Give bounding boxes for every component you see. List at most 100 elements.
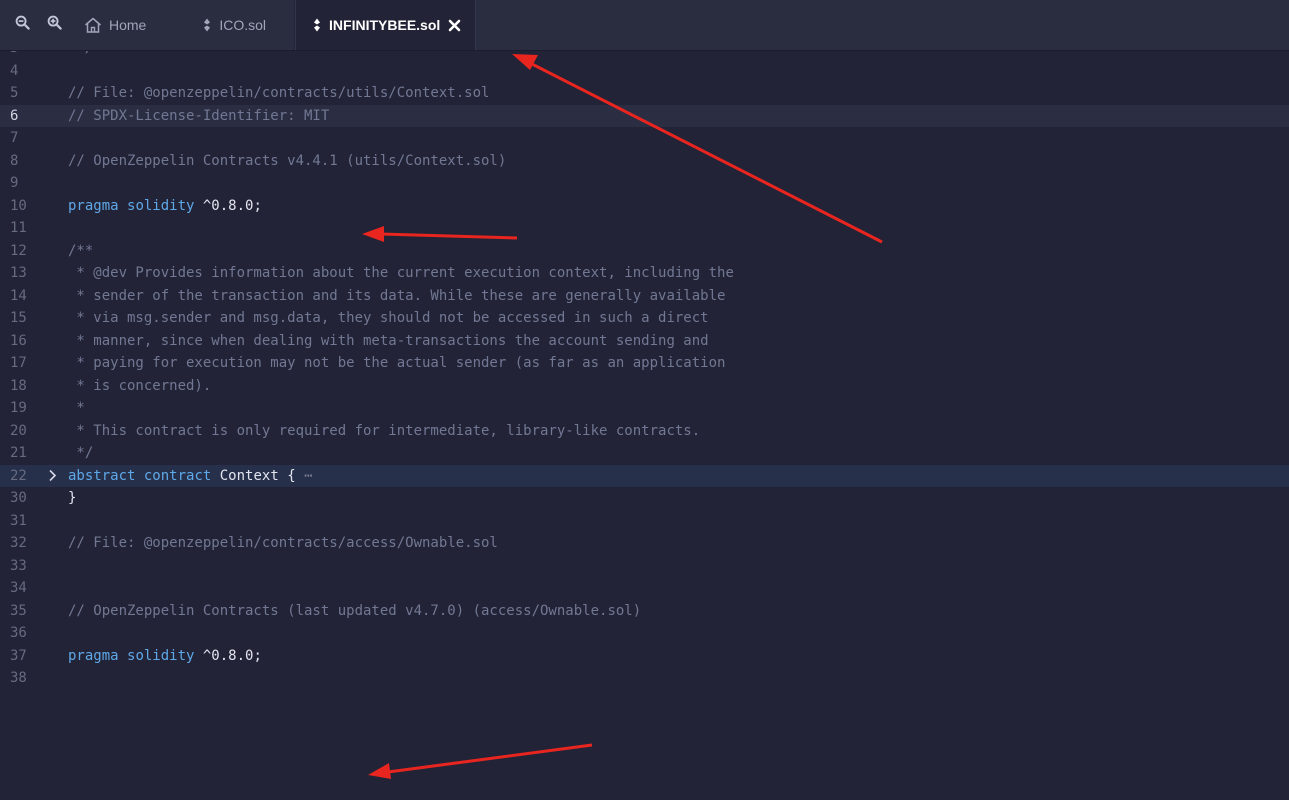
punctuation-token [211,468,219,484]
code-line[interactable]: 30} [0,487,1289,510]
code-line[interactable]: 37 pragma solidity ^0.8.0; [0,645,1289,668]
zoom-in-button[interactable] [38,0,70,50]
code-line[interactable]: 16 * manner, since when dealing with met… [0,330,1289,353]
code-line[interactable]: 35 // OpenZeppelin Contracts (last update… [0,600,1289,623]
line-number: 32 [10,535,27,551]
fold-chevron-icon[interactable] [44,465,60,488]
code-line[interactable]: 34 [0,577,1289,600]
comment-token: // OpenZeppelin Contracts v4.4.1 (utils/… [68,152,507,169]
code-line[interactable]: 8 // OpenZeppelin Contracts v4.4.1 (utils… [0,150,1289,173]
code-line[interactable]: 13 * @dev Provides information about the… [0,262,1289,285]
tab-home[interactable]: Home [70,0,176,50]
line-number: 8 [10,152,19,169]
zoom-out-icon [15,15,30,35]
code-line[interactable]: 22 abstract contract Context { ⋯ [0,464,1289,488]
identifier-token: Context [219,467,279,484]
comment-token: * is concerned). [68,377,212,394]
comment-token: * paying for execution may not be the ac… [68,355,726,371]
line-number: 16 [10,332,27,349]
code-line[interactable]: 21 */ [0,442,1289,465]
code-text: * @dev Provides information about the cu… [68,262,734,285]
code-text: // File: @openzeppelin/contracts/access/… [68,532,498,555]
code-line[interactable]: 14 * sender of the transaction and its d… [0,285,1289,308]
comment-token: * @dev Provides information about the cu… [68,265,734,281]
code-text: * is concerned). [68,375,211,398]
folded-ellipsis-icon[interactable]: ⋯ [304,468,312,484]
keyword-token: solidity [127,197,195,214]
close-tab-icon[interactable] [448,19,461,32]
tab-ico-sol-label: ICO.sol [219,17,267,33]
line-number: 4 [10,62,19,79]
comment-token: // File: @openzeppelin/contracts/access/… [68,535,498,551]
line-number: 13 [10,265,27,281]
code-text: * [68,397,85,420]
line-number: 30 [10,490,27,506]
tab-ico-sol[interactable]: ICO.sol [176,0,296,50]
line-number: 34 [10,580,27,596]
keyword-token: pragma [68,647,119,664]
line-number: 15 [10,310,27,326]
zoom-in-icon [47,15,62,35]
code-line[interactable]: 32 // File: @openzeppelin/contracts/acces… [0,532,1289,555]
code-line[interactable]: 17 * paying for execution may not be the… [0,352,1289,375]
remix-editor-window: Home ICO.sol INFINITYBEE.sol 4 5 // File… [0,0,1289,800]
punctuation-token [119,198,127,214]
code-line[interactable]: 33 [0,555,1289,578]
code-text: pragma solidity ^0.8.0; [68,195,262,218]
keyword-token: contract [143,467,212,484]
line-number: 35 [10,602,27,619]
line-number: 36 [10,625,27,641]
code-text: // OpenZeppelin Contracts (last updated … [68,600,641,623]
code-line[interactable]: 31 [0,510,1289,533]
code-text: // File: @openzeppelin/contracts/utils/C… [68,82,489,105]
code-text: * manner, since when dealing with meta-t… [68,330,708,353]
code-line[interactable]: 5 // File: @openzeppelin/contracts/utils/… [0,82,1289,105]
punctuation-token [119,648,127,664]
zoom-out-button[interactable] [6,0,38,50]
code-text: * This contract is only required for int… [68,420,700,443]
line-number: 9 [10,175,19,191]
code-line[interactable]: 38 [0,667,1289,690]
code-line[interactable]: 7 [0,127,1289,150]
editor-tab-bar: Home ICO.sol INFINITYBEE.sol [0,0,1289,51]
comment-token: */ [68,445,94,461]
code-line[interactable]: 11 [0,217,1289,240]
solidity-icon [202,18,212,32]
code-line[interactable]: 19 * [0,397,1289,420]
comment-token: * via msg.sender and msg.data, they shou… [68,310,709,326]
comment-token: // SPDX-License-Identifier: MIT [68,107,330,124]
comment-token: * This contract is only required for int… [68,422,701,439]
keyword-token: solidity [127,647,195,664]
code-text: pragma solidity ^0.8.0; [68,645,262,668]
code-line[interactable]: 10 pragma solidity ^0.8.0; [0,195,1289,218]
line-number: 21 [10,445,27,461]
line-number: 38 [10,670,27,686]
code-line[interactable]: 20 * This contract is only required for … [0,420,1289,443]
tab-home-label: Home [109,17,147,33]
code-line[interactable]: 15 * via msg.sender and msg.data, they s… [0,307,1289,330]
line-number: 11 [10,220,27,236]
home-icon [84,17,102,33]
code-line[interactable]: 6 // SPDX-License-Identifier: MIT [0,104,1289,128]
line-number: 18 [10,377,27,394]
line-number: 14 [10,287,27,304]
code-line[interactable]: 12 /** [0,240,1289,263]
code-line[interactable]: 18 * is concerned). [0,375,1289,398]
code-text: abstract contract Context { ⋯ [68,465,313,488]
comment-token: * [68,400,85,416]
keyword-token: pragma [68,197,119,214]
code-line[interactable]: 3 */ [0,50,1289,60]
line-number: 19 [10,400,27,416]
punctuation-token: { [278,467,305,484]
code-text: } [68,487,76,510]
code-line[interactable]: 36 [0,622,1289,645]
code-text: * sender of the transaction and its data… [68,285,725,308]
line-number: 5 [10,85,19,101]
code-editor[interactable]: 3 */ 4 5 // File: @openzeppelin/contracts/u… [0,50,1289,800]
code-text: // SPDX-License-Identifier: MIT [68,105,329,128]
tab-infinitybee-sol[interactable]: INFINITYBEE.sol [295,0,477,50]
line-number: 10 [10,197,27,214]
punctuation-token [135,468,143,484]
code-line[interactable]: 9 [0,172,1289,195]
code-line[interactable]: 4 [0,60,1289,83]
